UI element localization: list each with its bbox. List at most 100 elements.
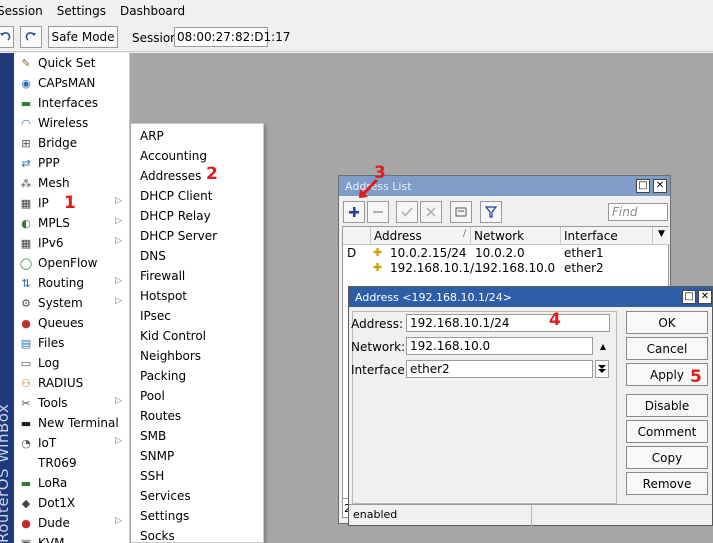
filter-button[interactable] [480,201,502,223]
sidebar-item-capsman[interactable]: ◉ CAPsMAN [14,73,130,93]
session-field[interactable]: 08:00:27:82:D1:17 [174,27,290,47]
chevron-right-icon: ▷ [115,516,122,526]
submenu-item-packing[interactable]: Packing [140,366,186,386]
sidebar-item-mpls[interactable]: ◐ MPLS ▷ [14,213,130,233]
sidebar-item-routing[interactable]: ⇅ Routing ▷ [14,273,130,293]
remove-button[interactable] [367,201,389,223]
sidebar-item-queues[interactable]: ● Queues [14,313,130,333]
disable-button[interactable]: Disable [626,394,708,417]
sidebar-item-label: KVM [38,536,65,543]
submenu-item-arp[interactable]: ARP [140,126,164,146]
sidebar-item-quick-set[interactable]: ✎ Quick Set [14,53,130,73]
interface-dropdown-button[interactable] [595,360,609,378]
comment-button[interactable] [450,201,472,223]
cancel-button[interactable]: Cancel [626,337,708,360]
disable-button[interactable] [420,201,442,223]
submenu-item-accounting[interactable]: Accounting [140,146,207,166]
sidebar-item-label: Tools [38,396,68,410]
sidebar-item-label: LoRa [38,476,68,490]
menu-settings[interactable]: Settings [57,4,112,18]
sidebar-item-dude[interactable]: ● Dude ▷ [14,513,130,533]
address-icon: ✚ [373,246,383,259]
columns-dropdown[interactable]: ▼ [653,227,670,245]
chevron-right-icon: ▷ [115,196,122,206]
column-interface[interactable]: Interface [561,227,653,245]
sidebar-item-log[interactable]: ▭ Log [14,353,130,373]
sidebar-item-system[interactable]: ⚙ System ▷ [14,293,130,313]
submenu-item-dhcp-server[interactable]: DHCP Server [140,226,217,246]
submenu-item-addresses[interactable]: Addresses [140,166,201,186]
submenu-item-dhcp-relay[interactable]: DHCP Relay [140,206,211,226]
sidebar-item-label: IP [38,196,49,210]
sidebar-item-ipv6[interactable]: ▦ IPv6 ▷ [14,233,130,253]
kvm-icon: ▣ [20,536,32,543]
sidebar-item-lora[interactable]: ▬ LoRa [14,473,130,493]
sidebar-item-interfaces[interactable]: ▬ Interfaces [14,93,130,113]
interface-select[interactable]: ether2 [406,360,593,378]
submenu-item-pool[interactable]: Pool [140,386,165,406]
column-flag[interactable] [343,227,371,245]
sidebar-item-files[interactable]: ▤ Files [14,333,130,353]
submenu-item-routes[interactable]: Routes [140,406,181,426]
submenu-item-ipsec[interactable]: IPsec [140,306,171,326]
sidebar-item-label: IPv6 [38,236,64,250]
comment-button[interactable]: Comment [626,420,708,443]
sidebar-item-openflow[interactable]: ◯ OpenFlow [14,253,130,273]
enable-button[interactable] [396,201,418,223]
menu-session[interactable]: Session [0,4,49,18]
network-collapse-button[interactable]: ▲ [596,337,610,355]
sidebar-item-iot[interactable]: ◔ IoT ▷ [14,433,130,453]
column-network[interactable]: Network [471,227,561,245]
sidebar-item-tools[interactable]: ✂ Tools ▷ [14,393,130,413]
ok-button[interactable]: OK [626,311,708,334]
sidebar-item-wireless[interactable]: ◠ Wireless [14,113,130,133]
remove-button[interactable]: Remove [626,472,708,495]
submenu-item-dhcp-client[interactable]: DHCP Client [140,186,212,206]
close-button[interactable]: ✕ [653,179,667,193]
sidebar-item-tr069[interactable]: TR069 [14,453,130,473]
submenu-item-ssh[interactable]: SSH [140,466,164,486]
dialog-maximize-button[interactable]: □ [682,290,696,304]
submenu-item-socks[interactable]: Socks [140,526,175,543]
find-input[interactable]: Find [608,203,668,221]
column-address-label: Address [374,229,422,243]
dialog-close-button[interactable]: ✕ [698,290,712,304]
sidebar-item-bridge[interactable]: ⊞ Bridge [14,133,130,153]
sidebar-item-label: Wireless [38,116,89,130]
redo-button[interactable] [20,26,42,48]
annotation-4: 4 [549,310,561,330]
sidebar-item-new-terminal[interactable]: ▬ New Terminal [14,413,130,433]
sidebar-item-kvm[interactable]: ▣ KVM [14,533,130,543]
maximize-button[interactable]: □ [636,179,650,193]
sidebar-item-ppp[interactable]: ⇄ PPP [14,153,130,173]
annotation-5: 5 [690,367,702,387]
sidebar-item-radius[interactable]: ⚇ RADIUS [14,373,130,393]
submenu-item-smb[interactable]: SMB [140,426,166,446]
sidebar-item-label: System [38,296,83,310]
network-input[interactable]: 192.168.10.0 [406,337,593,355]
submenu-item-dns[interactable]: DNS [140,246,166,266]
copy-button[interactable]: Copy [626,446,708,469]
log-icon: ▭ [20,356,32,370]
gear-icon: ⚙ [21,296,31,310]
add-button[interactable] [343,201,365,223]
chevron-right-icon: ▷ [115,276,122,286]
brand-text: RouterOS WinBox [0,403,12,543]
capsman-icon: ◉ [21,76,31,90]
chevron-down-icon [598,365,606,373]
submenu-item-services[interactable]: Services [140,486,191,506]
address-input[interactable]: 192.168.10.1/24 [406,314,610,332]
column-address[interactable]: Address / [371,227,471,245]
submenu-item-neighbors[interactable]: Neighbors [140,346,201,366]
submenu-item-firewall[interactable]: Firewall [140,266,185,286]
sidebar-item-mesh[interactable]: ⁂ Mesh [14,173,130,193]
menu-dashboard[interactable]: Dashboard [120,4,191,18]
sidebar-item-label: Dot1X [38,496,76,510]
sidebar-item-dot1x[interactable]: ◆ Dot1X [14,493,130,513]
submenu-item-hotspot[interactable]: Hotspot [140,286,187,306]
safe-mode-button[interactable]: Safe Mode [48,26,118,48]
submenu-item-settings[interactable]: Settings [140,506,189,526]
submenu-item-snmp[interactable]: SNMP [140,446,174,466]
submenu-item-kid-control[interactable]: Kid Control [140,326,206,346]
undo-button[interactable] [0,26,14,48]
